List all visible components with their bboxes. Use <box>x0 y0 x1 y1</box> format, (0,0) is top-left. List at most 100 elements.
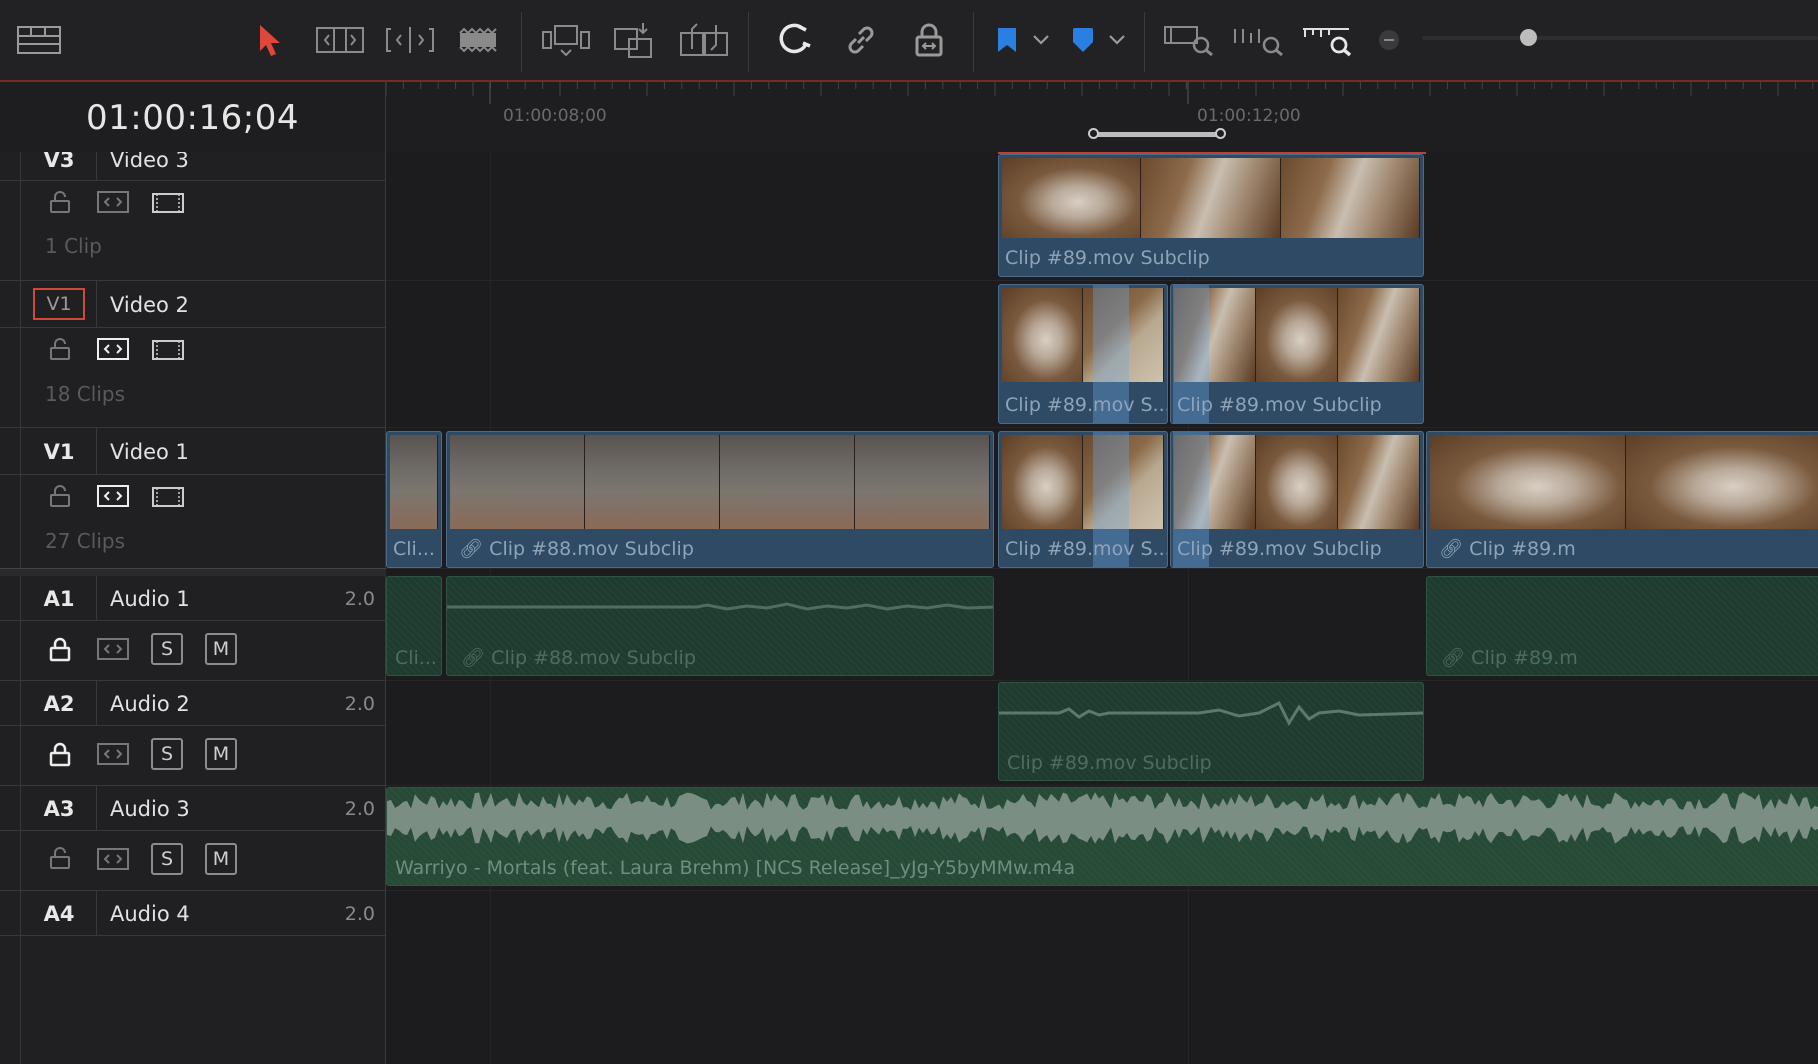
auto-select-icon[interactable] <box>97 848 129 870</box>
audio-clip[interactable]: Clip #89.mov Subclip <box>998 682 1424 781</box>
track-source-destination[interactable]: V1 <box>22 281 96 327</box>
timeline-scroll-bar[interactable] <box>1094 132 1222 137</box>
clip-label: Clip #89.mov Subclip <box>1177 394 1382 416</box>
zoom-slider-track[interactable] <box>1422 36 1818 40</box>
source-destination-label: V1 <box>33 288 85 320</box>
lock-track-icon[interactable] <box>48 190 72 214</box>
clip-label: Cli... <box>393 538 435 560</box>
zoom-full-icon[interactable] <box>1162 18 1216 62</box>
zoom-out-icon[interactable] <box>1376 18 1402 62</box>
channel-format: 2.0 <box>344 798 375 820</box>
lane-a4[interactable] <box>386 891 1818 1064</box>
enable-track-icon[interactable] <box>152 193 184 213</box>
solo-button[interactable]: S <box>151 633 183 665</box>
zoom-slider-handle[interactable] <box>1520 29 1537 46</box>
auto-select-icon[interactable] <box>97 485 129 507</box>
lock-track-icon[interactable] <box>48 337 72 361</box>
replace-clip-icon[interactable] <box>676 18 732 62</box>
track-name[interactable]: Video 2 <box>110 293 189 317</box>
track-code: A2 <box>22 692 97 716</box>
audio-waveform <box>999 700 1423 727</box>
track-header-a2[interactable]: A2 Audio 2 2.0 S M <box>0 681 386 786</box>
video-clip[interactable]: Clip #89.mov S... <box>998 431 1168 568</box>
clip-label: Clip #89.mov Subclip <box>1005 247 1210 269</box>
flag-icon[interactable] <box>994 18 1020 62</box>
mute-button[interactable]: M <box>205 738 237 770</box>
scroll-handle-left[interactable] <box>1088 128 1099 139</box>
link-icon: 🔗︎ <box>1439 538 1464 560</box>
video-clip[interactable]: Clip #89.mov Subclip <box>1170 431 1424 568</box>
auto-select-icon[interactable] <box>97 191 129 213</box>
position-lock-icon[interactable] <box>910 18 948 62</box>
track-header-a3[interactable]: A3 Audio 3 2.0 S M <box>0 786 386 891</box>
clip-label: Warriyo - Mortals (feat. Laura Brehm) [N… <box>395 857 1076 879</box>
track-header-a4[interactable]: A4 Audio 4 2.0 <box>0 891 386 1064</box>
clip-label-with-link: 🔗︎ Clip #89.m <box>1439 537 1576 560</box>
zoom-detail-icon[interactable] <box>1232 18 1286 62</box>
auto-select-icon[interactable] <box>97 338 129 360</box>
lock-track-icon[interactable] <box>48 636 72 662</box>
ruler-timecode-mark: 01:00:12;00 <box>1197 106 1301 126</box>
lock-track-icon[interactable] <box>48 484 72 508</box>
link-icon: 🔗︎ <box>1441 647 1466 669</box>
track-name[interactable]: Audio 2 <box>110 692 190 716</box>
video-clip[interactable]: Clip #89.mov Subclip <box>998 154 1424 277</box>
mute-button[interactable]: M <box>205 633 237 665</box>
audio-clip[interactable]: 🔗︎ Clip #89.m <box>1426 576 1818 676</box>
track-header-v2[interactable]: V1 Video 2 18 Clips <box>0 281 386 428</box>
track-code: V1 <box>22 440 97 464</box>
clip-count: 27 Clips <box>45 529 125 553</box>
audio-clip[interactable]: Warriyo - Mortals (feat. Laura Brehm) [N… <box>386 787 1818 886</box>
clip-label: Clip #89.mov S... <box>1005 394 1168 416</box>
track-name[interactable]: Audio 3 <box>110 797 190 821</box>
video-clip[interactable]: Clip #89.mov S... <box>998 284 1168 424</box>
track-code: A4 <box>22 902 97 926</box>
lock-track-icon[interactable] <box>48 846 72 870</box>
lock-track-icon[interactable] <box>48 741 72 767</box>
link-icon: 🔗︎ <box>461 647 486 669</box>
solo-button[interactable]: S <box>151 843 183 875</box>
solo-button[interactable]: S <box>151 738 183 770</box>
enable-track-icon[interactable] <box>152 487 184 507</box>
timecode-panel: 01:00:16;04 <box>0 82 386 153</box>
auto-select-icon[interactable] <box>97 638 129 660</box>
video-clip[interactable]: 🔗︎ Clip #89.m <box>1426 431 1818 568</box>
flag-dropdown-chevron-icon[interactable] <box>1030 18 1052 62</box>
track-code: A1 <box>22 587 97 611</box>
timeline-tracks-area[interactable]: Clip #89.mov Subclip Clip #89.mov S... C… <box>386 152 1818 1064</box>
audio-clip[interactable]: Cli... <box>386 576 442 676</box>
track-header-v1[interactable]: V1 Video 1 27 Clips <box>0 428 386 569</box>
trim-edit-icon[interactable] <box>314 18 366 62</box>
track-name[interactable]: Audio 1 <box>110 587 190 611</box>
zoom-custom-icon[interactable] <box>1300 18 1354 62</box>
track-name[interactable]: Video 1 <box>110 440 189 464</box>
track-header-v3[interactable]: V3 Video 3 1 Clip <box>0 152 386 281</box>
track-name[interactable]: Video 3 <box>110 152 189 172</box>
clip-label-with-link: 🔗︎ Clip #89.m <box>1441 646 1578 669</box>
video-clip[interactable]: 🔗︎ Clip #88.mov Subclip <box>446 431 994 568</box>
link-icon: 🔗︎ <box>459 538 484 560</box>
linked-selection-icon[interactable] <box>842 18 880 62</box>
video-clip[interactable]: Clip #89.mov Subclip <box>1170 284 1424 424</box>
blade-edit-icon[interactable] <box>456 18 500 62</box>
enable-track-icon[interactable] <box>152 340 184 360</box>
channel-format: 2.0 <box>344 588 375 610</box>
marker-icon[interactable] <box>1069 18 1097 62</box>
clip-label: Clip #88.mov Subclip <box>491 647 696 669</box>
selection-arrow-icon[interactable] <box>252 18 288 62</box>
timeline-ruler[interactable]: 01:00:08;00 01:00:12;00 <box>386 82 1818 153</box>
insert-clip-icon[interactable] <box>540 18 592 62</box>
auto-select-icon[interactable] <box>97 743 129 765</box>
snapping-icon[interactable] <box>774 18 814 62</box>
current-timecode[interactable]: 01:00:16;04 <box>0 98 385 138</box>
scroll-handle-right[interactable] <box>1215 128 1226 139</box>
track-header-a1[interactable]: A1 Audio 1 2.0 S M <box>0 576 386 681</box>
audio-clip[interactable]: 🔗︎ Clip #88.mov Subclip <box>446 576 994 676</box>
mute-button[interactable]: M <box>205 843 237 875</box>
video-clip[interactable]: Cli... <box>386 431 442 568</box>
track-name[interactable]: Audio 4 <box>110 902 190 926</box>
marker-dropdown-chevron-icon[interactable] <box>1106 18 1128 62</box>
overwrite-clip-icon[interactable] <box>612 18 656 62</box>
dynamic-trim-icon[interactable] <box>384 18 436 62</box>
timeline-view-icon[interactable] <box>16 18 62 62</box>
